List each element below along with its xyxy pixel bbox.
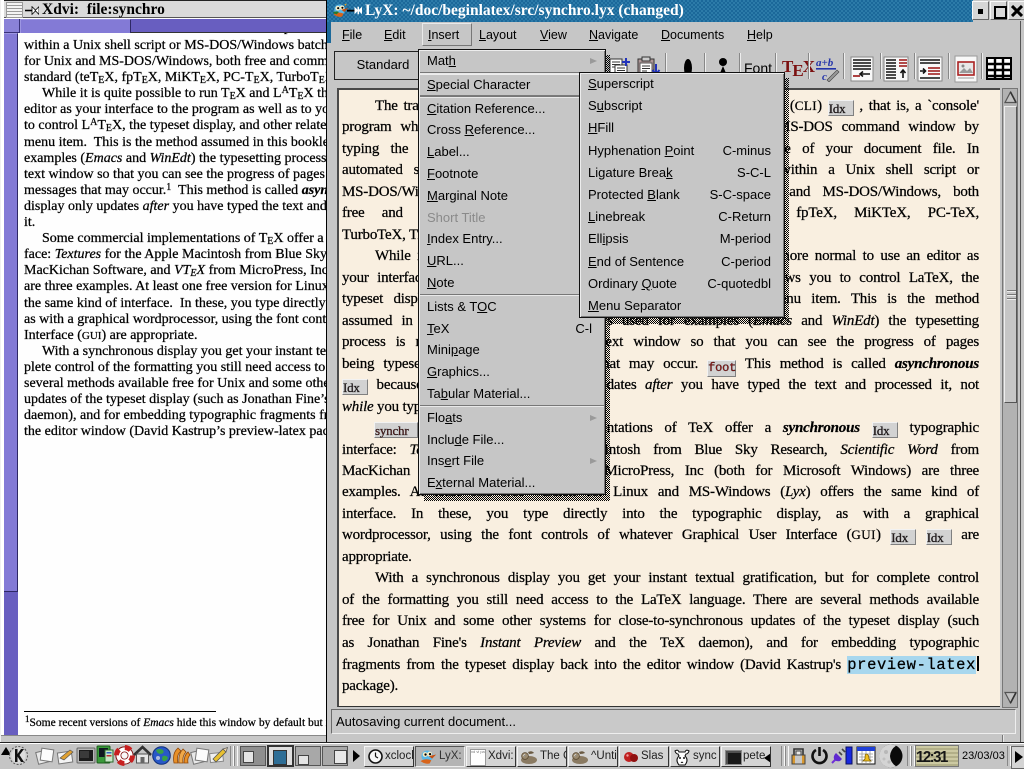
svg-text:a+b: a+b: [816, 57, 834, 69]
svg-text:c: c: [822, 71, 827, 82]
